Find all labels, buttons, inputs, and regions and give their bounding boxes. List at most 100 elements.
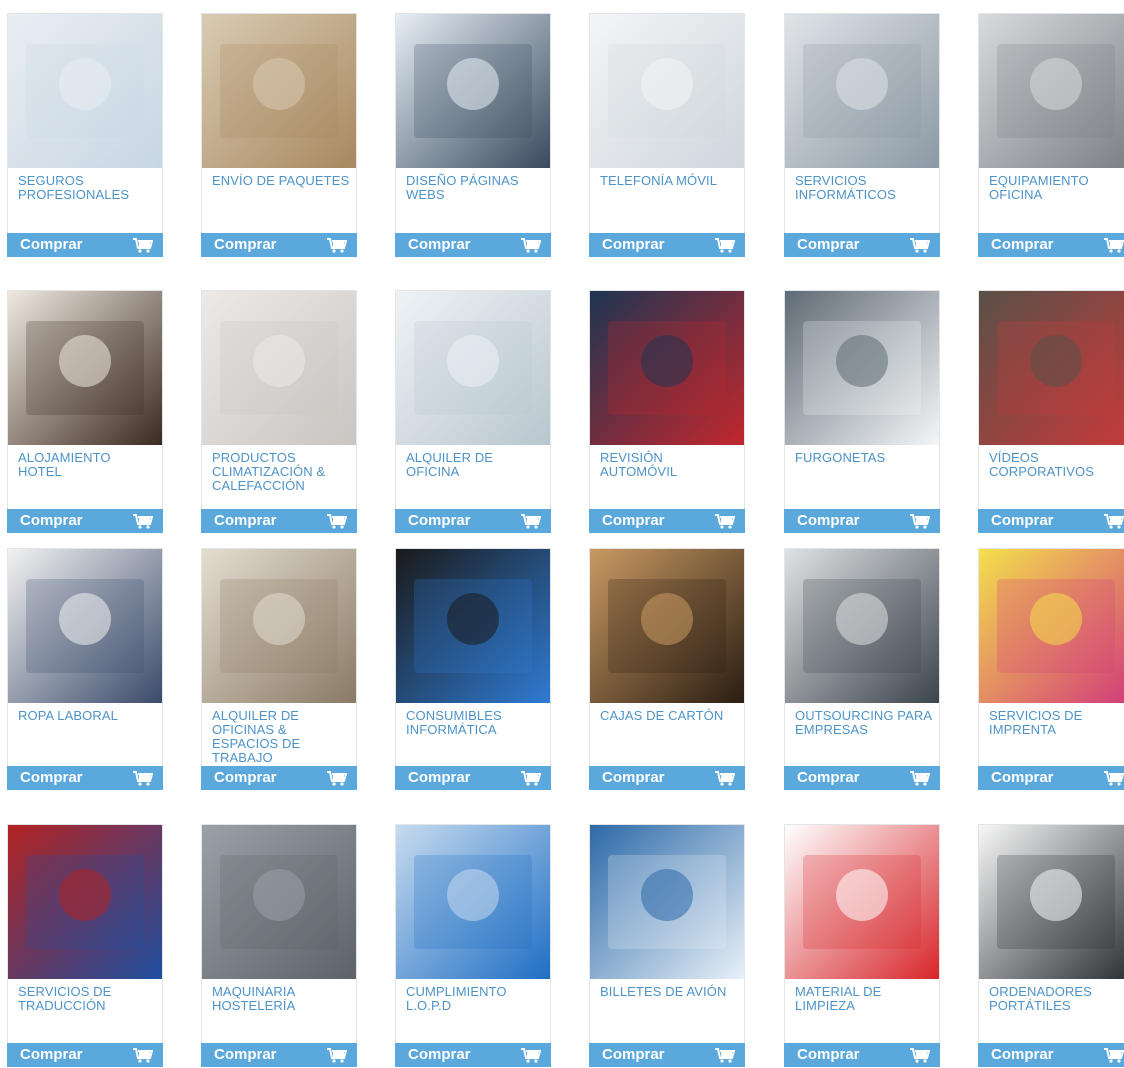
buy-button[interactable]: Comprar xyxy=(7,1043,163,1067)
buy-button[interactable]: Comprar xyxy=(395,766,551,790)
product-card[interactable]: SERVICIOS INFORMÁTICOS Comprar xyxy=(784,13,940,257)
product-card[interactable]: ROPA LABORAL Comprar xyxy=(7,548,163,790)
product-card[interactable]: VÍDEOS CORPORATIVOS Comprar xyxy=(978,290,1124,533)
product-label[interactable]: DISEÑO PÁGINAS WEBS xyxy=(406,174,546,202)
buy-button[interactable]: Comprar xyxy=(395,233,551,257)
courier-boxes-photo[interactable] xyxy=(202,14,356,168)
product-label[interactable]: SERVICIOS DE IMPRENTA xyxy=(989,709,1124,737)
product-label[interactable]: SEGUROS PROFESIONALES xyxy=(18,174,158,202)
buy-button[interactable]: Comprar xyxy=(201,1043,357,1067)
web-screens-photo[interactable] xyxy=(396,14,550,168)
buy-button[interactable]: Comprar xyxy=(589,233,745,257)
buy-button-label: Comprar xyxy=(602,512,665,529)
product-card[interactable]: MATERIAL DE LIMPIEZA Comprar xyxy=(784,824,940,1067)
office-team-photo[interactable] xyxy=(8,14,162,168)
product-card[interactable]: SERVICIOS DE TRADUCCIÓN Comprar xyxy=(7,824,163,1067)
product-card[interactable]: ALOJAMIENTO HOTEL Comprar xyxy=(7,290,163,533)
product-label[interactable]: MAQUINARIA HOSTELERÍA xyxy=(212,985,352,1013)
world-flags-photo[interactable] xyxy=(8,825,162,979)
product-card[interactable]: CONSUMIBLES INFORMÁTICA Comprar xyxy=(395,548,551,790)
product-card[interactable]: ORDENADORES PORTÁTILES Comprar xyxy=(978,824,1124,1067)
shopping-cart-icon xyxy=(521,1048,542,1063)
product-card[interactable]: FURGONETAS Comprar xyxy=(784,290,940,533)
buy-button[interactable]: Comprar xyxy=(978,509,1124,533)
product-card[interactable]: SERVICIOS DE IMPRENTA Comprar xyxy=(978,548,1124,790)
video-camera-photo[interactable] xyxy=(979,291,1124,445)
product-label[interactable]: SERVICIOS DE TRADUCCIÓN xyxy=(18,985,158,1013)
bright-office-photo[interactable] xyxy=(396,291,550,445)
buy-button-label: Comprar xyxy=(214,236,277,253)
product-card[interactable]: MAQUINARIA HOSTELERÍA Comprar xyxy=(201,824,357,1067)
product-label[interactable]: ALQUILER DE OFICINAS & ESPACIOS DE TRABA… xyxy=(212,709,352,765)
air-conditioner-photo[interactable] xyxy=(202,291,356,445)
product-card[interactable]: ENVÍO DE PAQUETES Comprar xyxy=(201,13,357,257)
product-label[interactable]: ENVÍO DE PAQUETES xyxy=(212,174,352,188)
white-van-photo[interactable] xyxy=(785,291,939,445)
buy-button[interactable]: Comprar xyxy=(395,509,551,533)
buy-button[interactable]: Comprar xyxy=(201,233,357,257)
product-card[interactable]: CAJAS DE CARTÓN Comprar xyxy=(589,548,745,790)
buy-button[interactable]: Comprar xyxy=(784,766,940,790)
buy-button[interactable]: Comprar xyxy=(784,233,940,257)
power-button-photo[interactable] xyxy=(396,825,550,979)
product-label[interactable]: EQUIPAMIENTO OFICINA xyxy=(989,174,1124,202)
buy-button[interactable]: Comprar xyxy=(201,509,357,533)
technician-computer-photo[interactable] xyxy=(785,14,939,168)
buy-button[interactable]: Comprar xyxy=(7,233,163,257)
product-card[interactable]: EQUIPAMIENTO OFICINA Comprar xyxy=(978,13,1124,257)
product-card[interactable]: ALQUILER DE OFICINA Comprar xyxy=(395,290,551,533)
smartphone-photo[interactable] xyxy=(590,14,744,168)
product-label[interactable]: REVISIÓN AUTOMÓVIL xyxy=(600,451,740,479)
product-label[interactable]: ORDENADORES PORTÁTILES xyxy=(989,985,1124,1013)
cleaning-supplies-photo[interactable] xyxy=(785,825,939,979)
product-label[interactable]: ROPA LABORAL xyxy=(18,709,158,723)
product-label[interactable]: MATERIAL DE LIMPIEZA xyxy=(795,985,935,1013)
product-label[interactable]: PRODUCTOS CLIMATIZACIÓN & CALEFACCIÓN xyxy=(212,451,352,493)
car-inspection-photo[interactable] xyxy=(590,291,744,445)
buy-button[interactable]: Comprar xyxy=(395,1043,551,1067)
buy-button[interactable]: Comprar xyxy=(978,233,1124,257)
airplane-sky-photo[interactable] xyxy=(590,825,744,979)
product-label[interactable]: FURGONETAS xyxy=(795,451,935,465)
product-label[interactable]: CAJAS DE CARTÓN xyxy=(600,709,740,723)
hotel-breakfast-photo[interactable] xyxy=(8,291,162,445)
ink-cartridges-photo[interactable] xyxy=(396,549,550,703)
printer-keypad-photo[interactable] xyxy=(979,14,1124,168)
product-card[interactable]: BILLETES DE AVIÓN Comprar xyxy=(589,824,745,1067)
product-label[interactable]: VÍDEOS CORPORATIVOS xyxy=(989,451,1124,479)
product-card[interactable]: CUMPLIMIENTO L.O.P.D Comprar xyxy=(395,824,551,1067)
fragile-box-photo[interactable] xyxy=(590,549,744,703)
product-label[interactable]: CONSUMIBLES INFORMÁTICA xyxy=(406,709,546,737)
product-card[interactable]: PRODUCTOS CLIMATIZACIÓN & CALEFACCIÓN Com… xyxy=(201,290,357,533)
product-label[interactable]: TELEFONÍA MÓVIL xyxy=(600,174,740,188)
product-label[interactable]: OUTSOURCING PARA EMPRESAS xyxy=(795,709,935,737)
product-label[interactable]: BILLETES DE AVIÓN xyxy=(600,985,740,999)
product-label[interactable]: ALOJAMIENTO HOTEL xyxy=(18,451,158,479)
buy-button-label: Comprar xyxy=(408,512,471,529)
product-card[interactable]: REVISIÓN AUTOMÓVIL Comprar xyxy=(589,290,745,533)
workers-uniforms-photo[interactable] xyxy=(8,549,162,703)
laptop-photo[interactable] xyxy=(979,825,1124,979)
buy-button[interactable]: Comprar xyxy=(201,766,357,790)
product-label[interactable]: SERVICIOS INFORMÁTICOS xyxy=(795,174,935,202)
product-card[interactable]: ALQUILER DE OFICINAS & ESPACIOS DE TRABA… xyxy=(201,548,357,790)
buy-button[interactable]: Comprar xyxy=(589,509,745,533)
buy-button[interactable]: Comprar xyxy=(589,1043,745,1067)
kitchen-steel-photo[interactable] xyxy=(202,825,356,979)
office-space-photo[interactable] xyxy=(202,549,356,703)
buy-button[interactable]: Comprar xyxy=(978,766,1124,790)
product-label[interactable]: CUMPLIMIENTO L.O.P.D xyxy=(406,985,546,1013)
product-card[interactable]: SEGUROS PROFESIONALES Comprar xyxy=(7,13,163,257)
product-card[interactable]: OUTSOURCING PARA EMPRESAS Comprar xyxy=(784,548,940,790)
buy-button[interactable]: Comprar xyxy=(784,509,940,533)
buy-button[interactable]: Comprar xyxy=(7,766,163,790)
business-meeting-photo[interactable] xyxy=(785,549,939,703)
buy-button[interactable]: Comprar xyxy=(978,1043,1124,1067)
buy-button[interactable]: Comprar xyxy=(7,509,163,533)
buy-button[interactable]: Comprar xyxy=(589,766,745,790)
color-swatches-photo[interactable] xyxy=(979,549,1124,703)
product-card[interactable]: TELEFONÍA MÓVIL Comprar xyxy=(589,13,745,257)
product-label[interactable]: ALQUILER DE OFICINA xyxy=(406,451,546,479)
product-card[interactable]: DISEÑO PÁGINAS WEBS Comprar xyxy=(395,13,551,257)
buy-button[interactable]: Comprar xyxy=(784,1043,940,1067)
